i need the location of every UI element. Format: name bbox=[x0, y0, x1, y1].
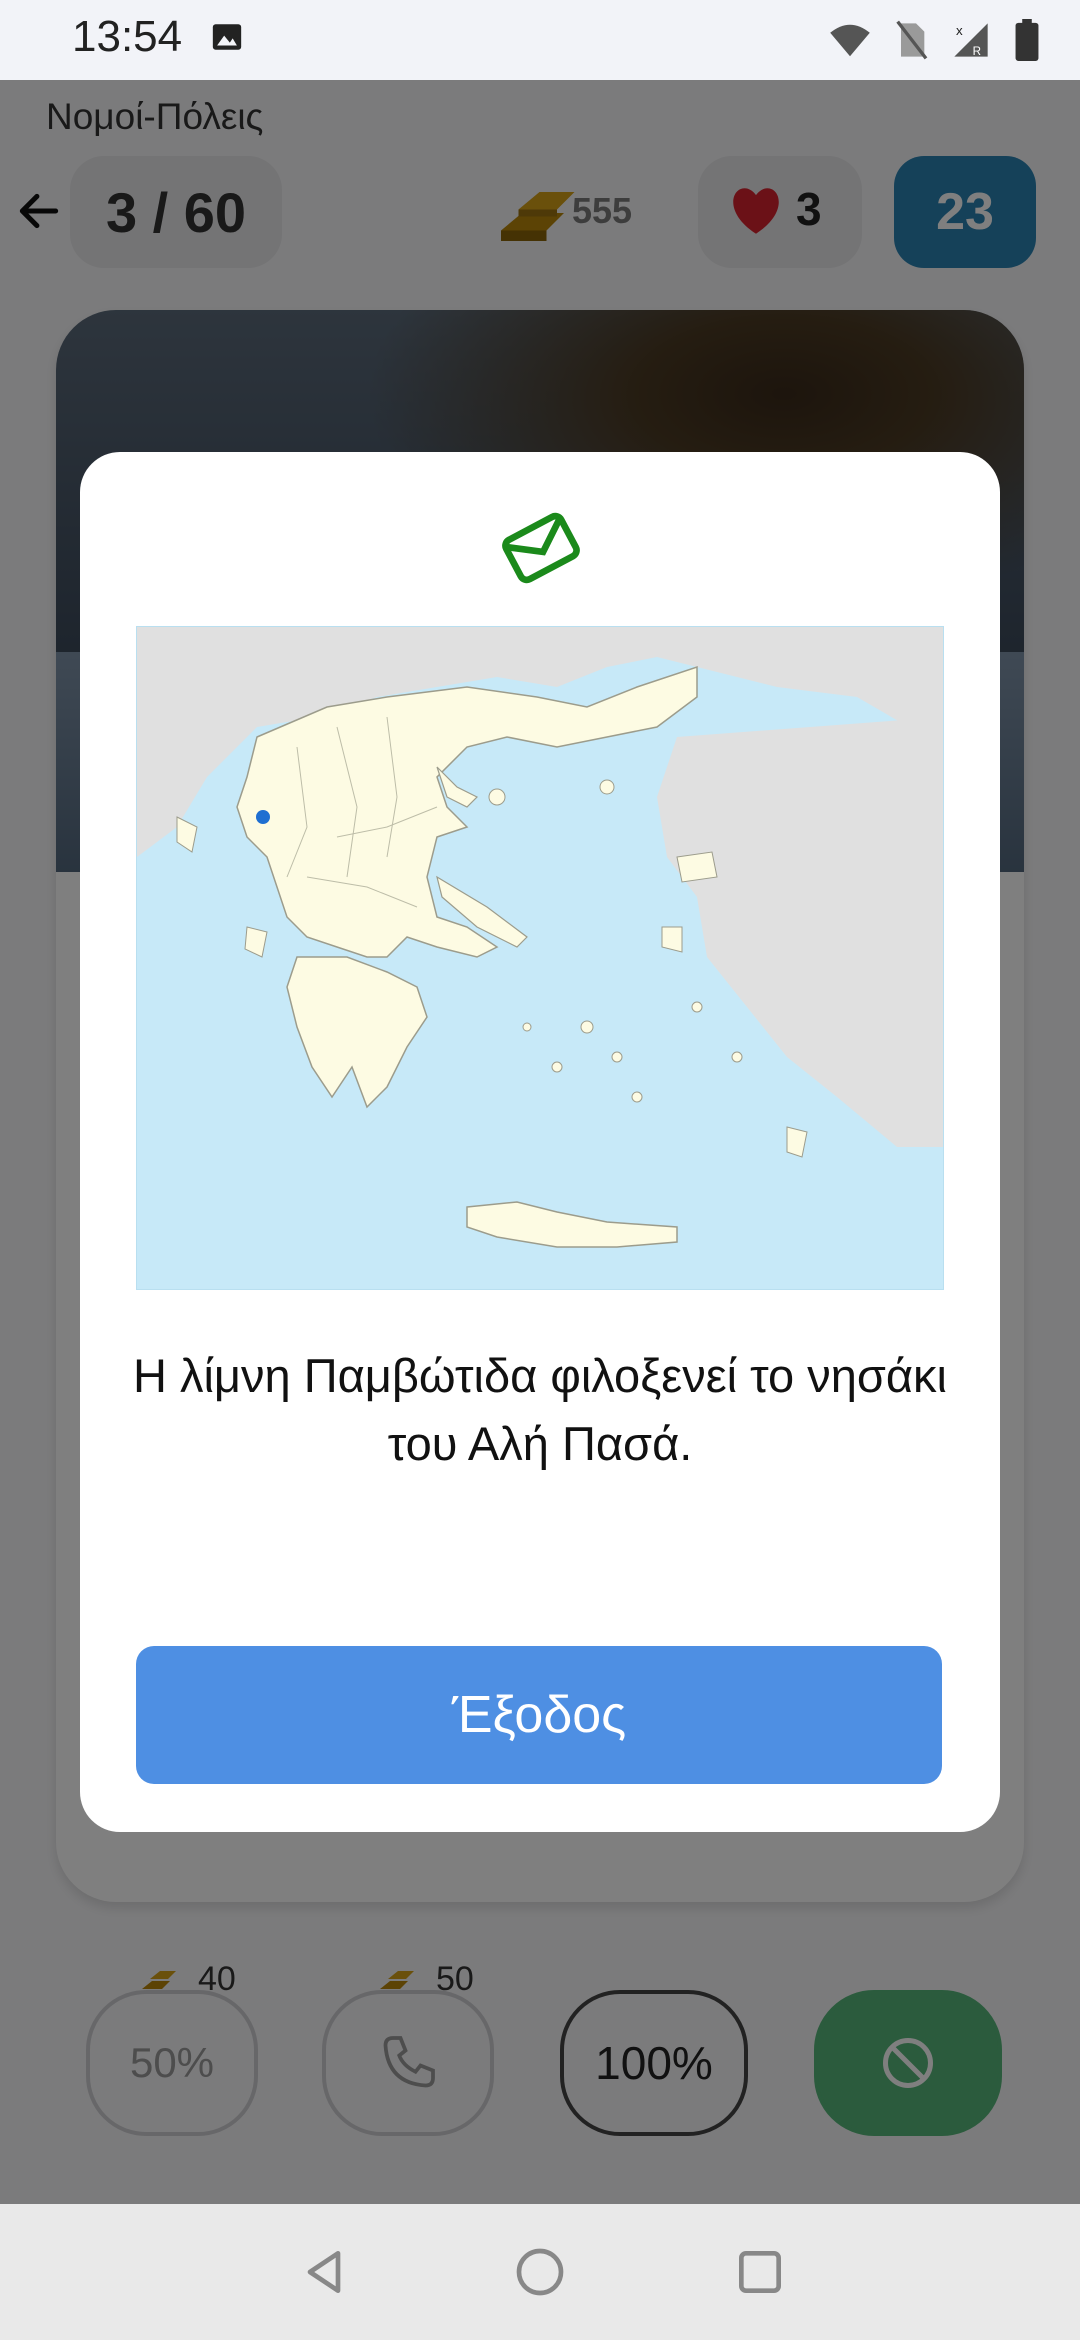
info-modal: Η λίμνη Παμβώτιδα φιλοξενεί το νησάκι το… bbox=[80, 452, 1000, 1832]
back-nav-icon[interactable] bbox=[296, 2244, 352, 2300]
map-location-marker bbox=[256, 810, 270, 824]
signal-roaming-icon: x R bbox=[954, 23, 988, 58]
wifi-icon bbox=[830, 24, 870, 57]
exit-button[interactable]: Έξοδος bbox=[136, 1646, 942, 1784]
image-icon bbox=[212, 24, 242, 50]
battery-icon bbox=[1015, 19, 1039, 61]
svg-text:R: R bbox=[973, 45, 981, 58]
svg-text:x: x bbox=[956, 23, 963, 38]
fact-text: Η λίμνη Παμβώτιδα φιλοξενεί το νησάκι το… bbox=[132, 1349, 948, 1470]
envelope-icon bbox=[502, 512, 580, 584]
status-bar: 13:54 x R bbox=[0, 0, 1080, 80]
system-nav-bar bbox=[0, 2204, 1080, 2340]
greece-map bbox=[136, 626, 944, 1290]
recents-nav-icon[interactable] bbox=[732, 2244, 788, 2300]
home-nav-icon[interactable] bbox=[512, 2244, 568, 2300]
exit-button-label: Έξοδος bbox=[451, 1686, 627, 1744]
status-time: 13:54 bbox=[72, 12, 183, 61]
no-sim-icon bbox=[896, 20, 928, 60]
